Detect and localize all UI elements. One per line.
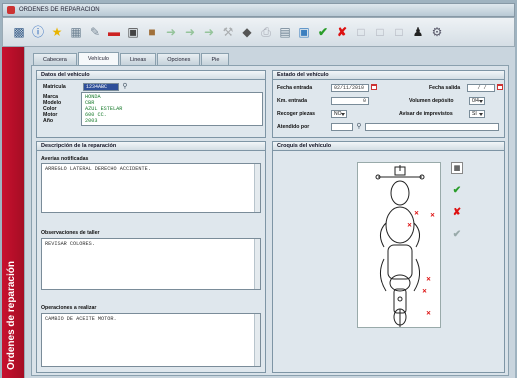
entry-calendar-icon[interactable]: [371, 84, 377, 90]
attended-code-field[interactable]: [331, 123, 353, 131]
frame-icon[interactable]: □: [391, 24, 407, 40]
deposit-label: Volumen depósito: [409, 98, 454, 104]
faults-textarea[interactable]: ARREGLO LATERAL DERECHO ACCIDENTE.: [41, 163, 261, 213]
document-icon[interactable]: ▤: [277, 24, 293, 40]
grid-icon[interactable]: ▦: [68, 24, 84, 40]
operations-label: Operaciones a realizar: [41, 305, 97, 311]
tab-strip: Cabecera Vehículo Lineas Opciones Pie: [33, 52, 230, 65]
arrow-right-icon[interactable]: ➜: [182, 24, 198, 40]
notice-select[interactable]: SI: [469, 110, 485, 118]
parts-label: Recoger piezas: [277, 111, 316, 117]
plate-search-icon[interactable]: ⚲: [121, 82, 129, 90]
entry-date-field[interactable]: 02/11/2010: [331, 84, 369, 92]
vehicle-data-box: Datos del vehiculo Matricula 1234ABC ⚲ M…: [36, 70, 266, 138]
vehicle-sketch-header: Croquis del vehículo: [273, 142, 504, 151]
app-window: ORDENES DE REPARACION ▩ ⓘ ★ ▦ ✎ ▬ ▣ ■ ➜ …: [0, 0, 517, 378]
person-icon[interactable]: ♟: [410, 24, 426, 40]
info-icon[interactable]: ⓘ: [30, 24, 46, 40]
year-label: Año: [43, 118, 54, 124]
save-icon[interactable]: ▩: [11, 24, 27, 40]
observations-scrollbar[interactable]: [254, 239, 260, 289]
damage-mark[interactable]: ✕: [414, 211, 419, 217]
toolbar: ▩ ⓘ ★ ▦ ✎ ▬ ▣ ■ ➜ ➜ ➜ ⚒ ◆ ⎙ ▤ ▣ ✔ ✘ □ □ …: [2, 17, 515, 47]
operations-text: CAMBIO DE ACEITE MOTOR.: [45, 316, 117, 322]
calendar-tool-icon[interactable]: ▦: [451, 162, 463, 174]
frame-icon[interactable]: □: [353, 24, 369, 40]
tools-icon[interactable]: ⚒: [220, 24, 236, 40]
damage-mark[interactable]: ✕: [430, 213, 435, 219]
operations-textarea[interactable]: CAMBIO DE ACEITE MOTOR.: [41, 313, 261, 367]
printer-icon[interactable]: ⎙: [258, 24, 274, 40]
vehicle-sketch-box: Croquis del vehículo ✕ ✕ ✕ ✕ ✕ ✕ ▦ ✔ ✘ ✔: [272, 141, 505, 373]
star-icon[interactable]: ★: [49, 24, 65, 40]
km-label: Km. entrada: [277, 98, 307, 104]
arrow-right-icon[interactable]: ➜: [163, 24, 179, 40]
attended-search-icon[interactable]: ⚲: [355, 122, 363, 130]
observations-label: Observaciones de taller: [41, 230, 100, 236]
accept-icon[interactable]: ✔: [451, 184, 463, 196]
tab-lineas[interactable]: Lineas: [119, 53, 157, 65]
arrow-right-icon[interactable]: ➜: [201, 24, 217, 40]
parts-select[interactable]: NO: [331, 110, 347, 118]
frame-icon[interactable]: □: [372, 24, 388, 40]
damage-mark[interactable]: ✕: [426, 277, 431, 283]
operations-scrollbar[interactable]: [254, 314, 260, 366]
sidebar-title: Ordenes de reparación: [6, 261, 17, 370]
exit-date-label: Fecha salida: [429, 85, 461, 91]
app-icon: [7, 6, 15, 14]
faults-text: ARREGLO LATERAL DERECHO ACCIDENTE.: [45, 166, 151, 172]
km-field[interactable]: 0: [331, 97, 369, 105]
plate-label: Matricula: [43, 84, 66, 90]
motorcycle-drawing: [375, 165, 425, 327]
main-area: Cabecera Vehículo Lineas Opciones Pie Da…: [24, 47, 515, 378]
motorcycle-diagram[interactable]: ✕ ✕ ✕ ✕ ✕ ✕: [357, 162, 441, 328]
tab-cabecera[interactable]: Cabecera: [33, 53, 77, 65]
faults-scrollbar[interactable]: [254, 164, 260, 212]
entry-date-label: Fecha entrada: [277, 85, 313, 91]
repair-description-header: Descripción de la reparación: [37, 142, 265, 151]
attended-name-field[interactable]: [365, 123, 499, 131]
box-icon[interactable]: ■: [144, 24, 160, 40]
notice-label: Avisar de imprevistos: [399, 111, 453, 117]
exit-calendar-icon[interactable]: [497, 84, 503, 90]
image-icon[interactable]: ▣: [296, 24, 312, 40]
vehicle-info-area: HONDA CBR AZUL ESTELAR 600 CC. 2003: [81, 92, 263, 126]
vehicle-data-header: Datos del vehiculo: [37, 71, 265, 80]
truck-icon[interactable]: ▣: [125, 24, 141, 40]
damage-mark[interactable]: ✕: [407, 223, 412, 229]
deposit-select[interactable]: 0/4: [469, 97, 485, 105]
tab-pie[interactable]: Pie: [201, 53, 230, 65]
exit-date-field[interactable]: / /: [467, 84, 495, 92]
observations-textarea[interactable]: REVISAR COLORES.: [41, 238, 261, 290]
damage-mark[interactable]: ✕: [426, 311, 431, 317]
faults-label: Averias notificadas: [41, 156, 89, 162]
settings-icon[interactable]: ⚙: [429, 24, 445, 40]
tab-panel: Datos del vehiculo Matricula 1234ABC ⚲ M…: [31, 65, 509, 376]
confirm-disabled-icon[interactable]: ✔: [451, 228, 463, 240]
module-sidebar: Ordenes de reparación: [2, 47, 24, 378]
tab-opciones[interactable]: Opciones: [157, 53, 201, 65]
observations-text: REVISAR COLORES.: [45, 241, 95, 247]
repair-description-box: Descripción de la reparación Averias not…: [36, 141, 266, 373]
clear-marks-icon[interactable]: ✘: [451, 206, 463, 218]
plate-field[interactable]: 1234ABC: [83, 83, 119, 91]
car-icon[interactable]: ▬: [106, 24, 122, 40]
title-bar: ORDENES DE REPARACION: [2, 3, 515, 17]
pin-icon[interactable]: ◆: [239, 24, 255, 40]
check-icon[interactable]: ✔: [315, 24, 331, 40]
damage-mark[interactable]: ✕: [422, 289, 427, 295]
close-icon[interactable]: ✘: [334, 24, 350, 40]
vehicle-state-box: Estado del vehículo Fecha entrada 02/11/…: [272, 70, 505, 138]
vehicle-state-header: Estado del vehículo: [273, 71, 504, 80]
brush-icon[interactable]: ✎: [87, 24, 103, 40]
attended-label: Atendido por: [277, 124, 310, 130]
year-value: 2003: [85, 118, 98, 124]
tab-vehiculo[interactable]: Vehículo: [77, 52, 119, 65]
window-title: ORDENES DE REPARACION: [19, 7, 100, 13]
